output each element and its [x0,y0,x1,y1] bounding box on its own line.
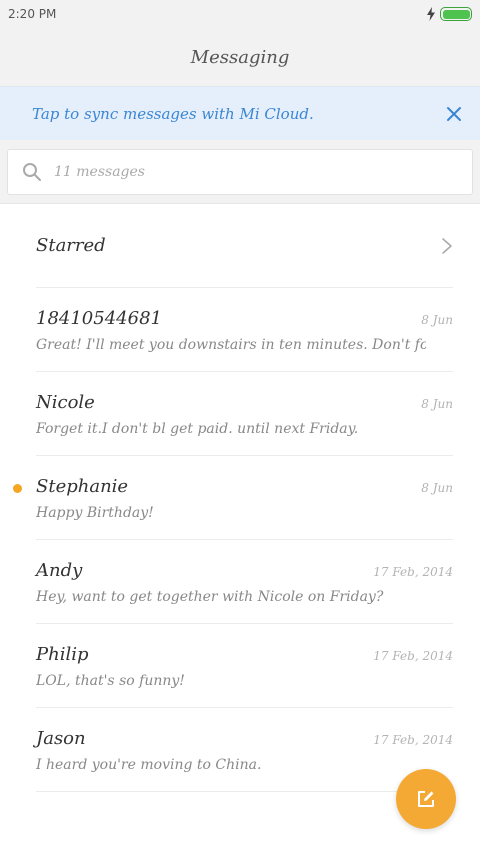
message-preview: Hey, want to get together with Nicole on… [36,589,384,605]
message-date: 8 Jun [421,481,453,495]
search-area [0,140,480,204]
starred-row[interactable]: Starred [36,204,453,288]
compose-button[interactable] [396,769,456,829]
sync-banner-text: Tap to sync messages with Mi Cloud. [32,104,314,123]
compose-icon [418,791,434,807]
app-header: Messaging [0,28,480,86]
message-preview: I heard you're moving to China. [36,757,262,773]
message-date: 8 Jun [421,313,453,327]
contact-name: 18410544681 [36,308,162,329]
starred-label: Starred [36,235,106,256]
conversation-row[interactable]: Philip 17 Feb, 2014 LOL, that's so funny… [36,624,453,708]
message-preview: Great! I'll meet you downstairs in ten m… [36,337,426,353]
search-input[interactable] [54,164,434,180]
message-preview: Forget it.I don't bl get paid. until nex… [36,421,359,437]
search-icon [23,163,41,181]
sync-banner[interactable]: Tap to sync messages with Mi Cloud. [0,86,480,140]
battery-fill [442,9,470,19]
conversation-row[interactable]: Andy 17 Feb, 2014 Hey, want to get toget… [36,540,453,624]
page-title: Messaging [190,46,290,68]
unread-indicator [13,484,22,493]
message-date: 17 Feb, 2014 [373,649,453,663]
chevron-right-icon [442,237,452,254]
contact-name: Andy [36,560,83,581]
contact-name: Nicole [36,392,95,413]
close-icon [447,106,461,121]
conversation-row[interactable]: Jason 17 Feb, 2014 I heard you're moving… [36,708,453,792]
contact-name: Philip [36,644,89,665]
contact-name: Stephanie [36,476,129,497]
battery-icon [440,7,472,21]
conversation-row[interactable]: Nicole 8 Jun Forget it.I don't bl get pa… [36,372,453,456]
status-time: 2:20 PM [8,7,57,21]
contact-name: Jason [36,728,86,749]
conversation-list: Starred 18410544681 8 Jun Great! I'll me… [0,204,480,792]
message-preview: LOL, that's so funny! [36,673,185,689]
message-date: 17 Feb, 2014 [373,733,453,747]
close-banner-button[interactable] [444,104,464,124]
conversation-row[interactable]: Stephanie 8 Jun Happy Birthday! [13,456,453,540]
search-box[interactable] [7,149,473,195]
message-preview: Happy Birthday! [36,505,154,521]
message-date: 8 Jun [421,397,453,411]
charging-icon [427,7,435,21]
message-date: 17 Feb, 2014 [373,565,453,579]
conversation-row[interactable]: 18410544681 8 Jun Great! I'll meet you d… [36,288,453,372]
status-icons [426,7,472,21]
status-bar: 2:20 PM [0,0,480,28]
